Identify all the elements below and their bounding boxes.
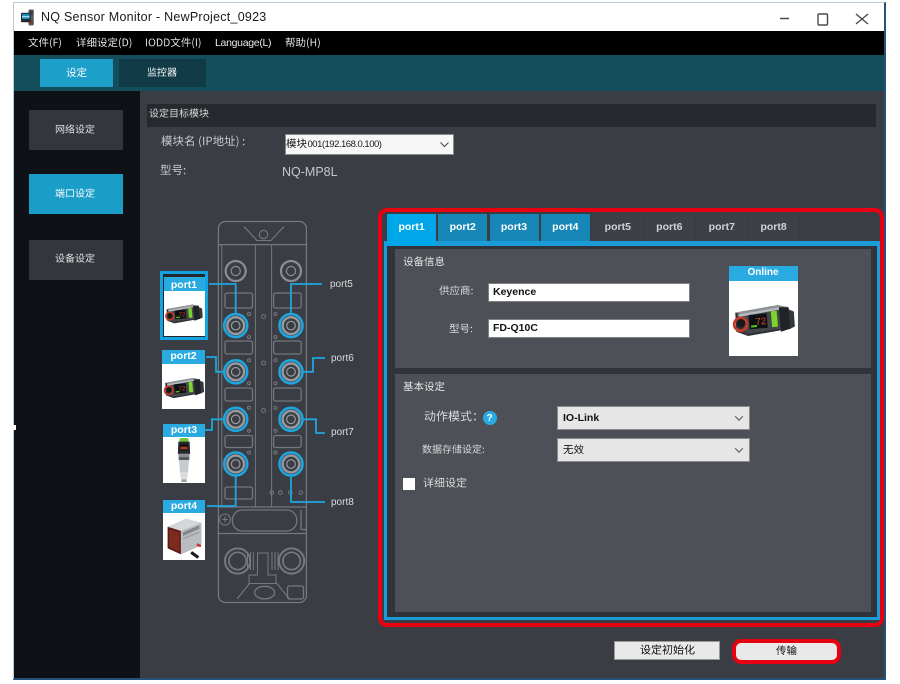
svg-text:72: 72 <box>178 385 186 393</box>
